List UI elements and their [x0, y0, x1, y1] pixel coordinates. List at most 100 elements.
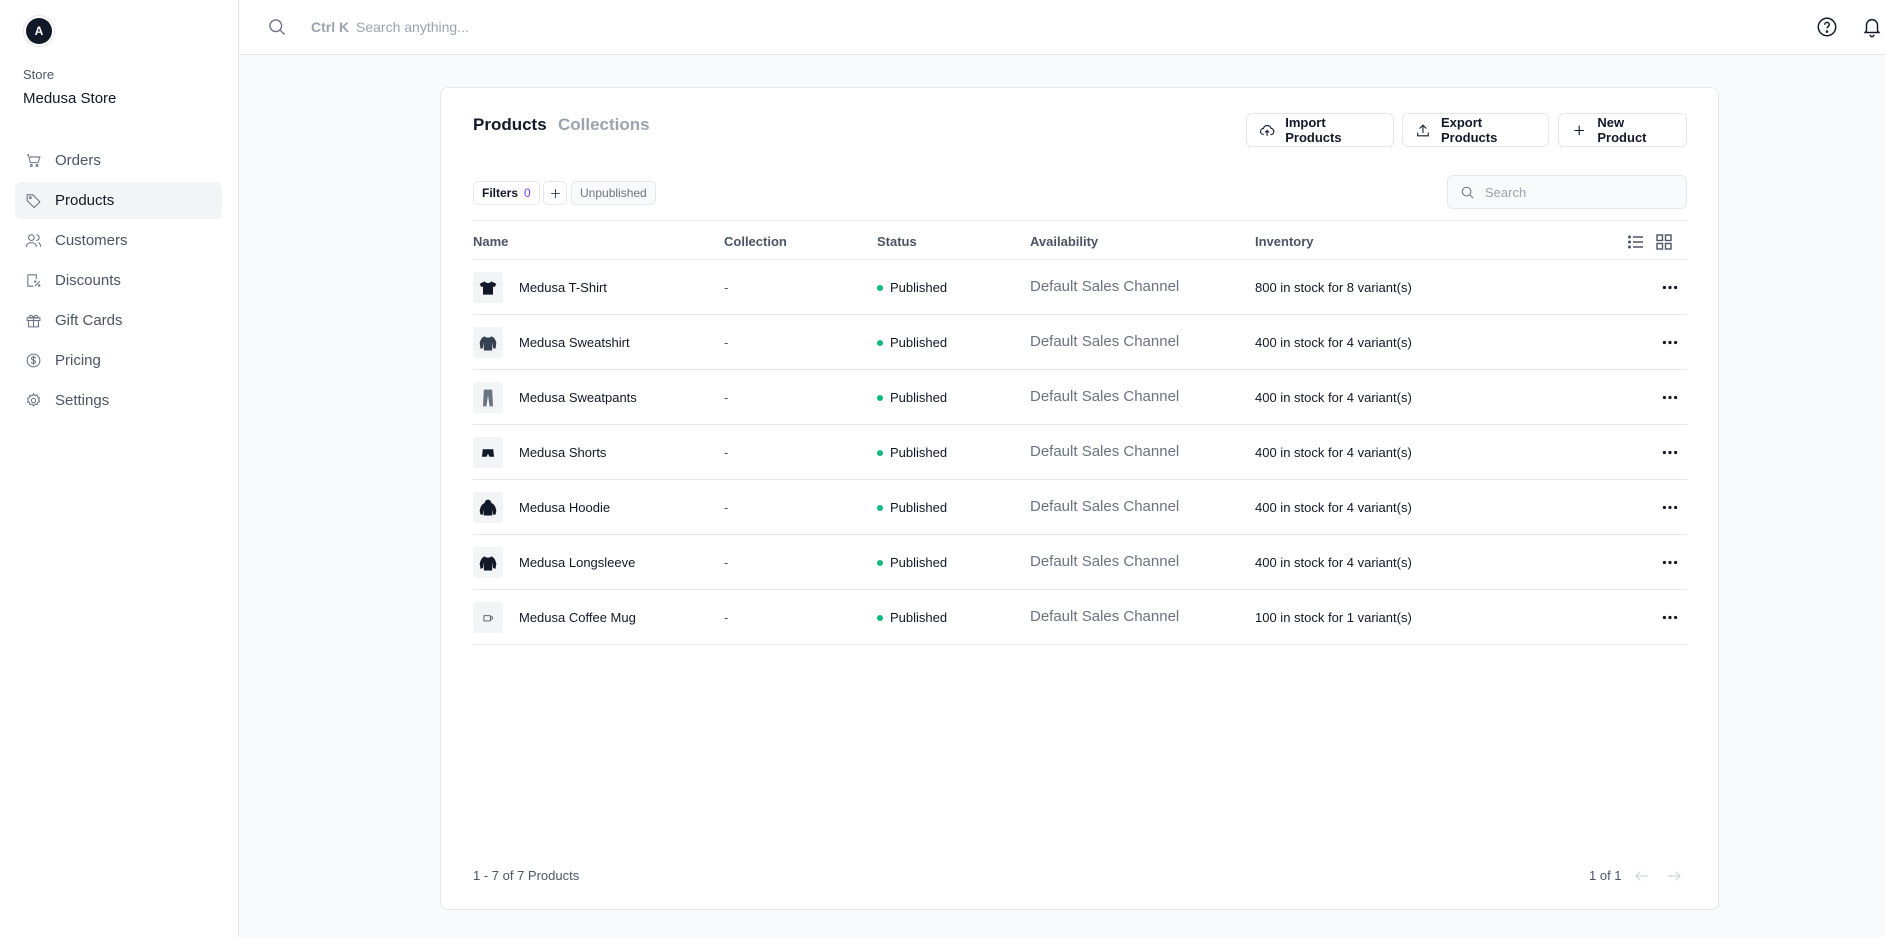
sidebar-item-orders[interactable]: Orders [15, 142, 222, 179]
product-collection: - [724, 500, 728, 515]
product-inventory: 400 in stock for 4 variant(s) [1255, 500, 1412, 515]
product-collection: - [724, 555, 728, 570]
status-dot [877, 615, 883, 621]
product-collection: - [724, 390, 728, 405]
status-label: Published [890, 500, 947, 515]
product-name[interactable]: Medusa Coffee Mug [519, 610, 636, 625]
new-product-button[interactable]: New Product [1558, 113, 1687, 147]
more-actions-icon[interactable] [1660, 607, 1680, 627]
product-inventory: 400 in stock for 4 variant(s) [1255, 335, 1412, 350]
topbar: Ctrl K Search anything... [240, 0, 1885, 55]
status-badge: Published [877, 500, 947, 515]
more-actions-icon[interactable] [1660, 387, 1680, 407]
sidebar-item-label: Products [55, 192, 114, 209]
bell-icon[interactable] [1861, 16, 1883, 38]
sidebar-item-label: Orders [55, 152, 101, 169]
table-row[interactable]: Medusa Shorts - Published Default Sales … [473, 425, 1687, 480]
export-products-button[interactable]: Export Products [1402, 113, 1549, 147]
table-row[interactable]: Medusa Coffee Mug - Published Default Sa… [473, 590, 1687, 645]
new-product-label: New Product [1597, 115, 1674, 145]
more-actions-icon[interactable] [1660, 332, 1680, 352]
search-icon [1460, 185, 1475, 200]
product-search[interactable] [1447, 175, 1687, 209]
status-label: Published [890, 335, 947, 350]
product-availability: Default Sales Channel [1030, 333, 1179, 350]
status-badge: Published [877, 280, 947, 295]
product-availability: Default Sales Channel [1030, 388, 1179, 405]
pagination-count: 1 - 7 of 7 Products [473, 868, 579, 883]
product-inventory: 800 in stock for 8 variant(s) [1255, 280, 1412, 295]
table-row[interactable]: Medusa Sweatpants - Published Default Sa… [473, 370, 1687, 425]
table-row[interactable]: Medusa Sweatshirt - Published Default Sa… [473, 315, 1687, 370]
status-badge: Published [877, 335, 947, 350]
product-availability: Default Sales Channel [1030, 553, 1179, 570]
list-view-icon[interactable] [1627, 233, 1645, 251]
sidebar-item-gift-cards[interactable]: Gift Cards [15, 302, 222, 339]
more-actions-icon[interactable] [1660, 277, 1680, 297]
product-thumbnail [473, 327, 503, 358]
column-header-availability: Availability [1030, 234, 1098, 249]
product-availability: Default Sales Channel [1030, 443, 1179, 460]
search-icon[interactable] [267, 17, 287, 37]
column-header-name: Name [473, 234, 508, 249]
cart-icon [24, 152, 42, 170]
sidebar-item-label: Pricing [55, 352, 101, 369]
table-row[interactable]: Medusa T-Shirt - Published Default Sales… [473, 260, 1687, 315]
help-icon[interactable] [1816, 16, 1838, 38]
sidebar-item-label: Customers [55, 232, 128, 249]
product-search-input[interactable] [1485, 185, 1665, 200]
product-name[interactable]: Medusa Sweatshirt [519, 335, 630, 350]
table-row[interactable]: Medusa Hoodie - Published Default Sales … [473, 480, 1687, 535]
product-availability: Default Sales Channel [1030, 498, 1179, 515]
product-name[interactable]: Medusa Hoodie [519, 500, 610, 515]
sidebar-item-label: Discounts [55, 272, 121, 289]
sidebar-item-pricing[interactable]: Pricing [15, 342, 222, 379]
status-badge: Published [877, 555, 947, 570]
product-name[interactable]: Medusa T-Shirt [519, 280, 607, 295]
filters-button[interactable]: Filters 0 [473, 181, 540, 205]
product-collection: - [724, 610, 728, 625]
plus-icon [1571, 122, 1587, 139]
global-search-input[interactable]: Search anything... [356, 19, 469, 35]
store-name: Medusa Store [23, 90, 116, 107]
grid-view-icon[interactable] [1655, 233, 1673, 251]
sidebar-item-customers[interactable]: Customers [15, 222, 222, 259]
column-header-collection: Collection [724, 234, 787, 249]
product-thumbnail [473, 547, 503, 578]
product-inventory: 400 in stock for 4 variant(s) [1255, 555, 1412, 570]
products-table: Name Collection Status Availability Inve… [473, 220, 1687, 645]
product-inventory: 100 in stock for 1 variant(s) [1255, 610, 1412, 625]
more-actions-icon[interactable] [1660, 442, 1680, 462]
store-label: Store [23, 67, 54, 82]
arrow-right-icon[interactable] [1665, 867, 1683, 885]
sidebar-item-settings[interactable]: Settings [15, 382, 222, 419]
sidebar-item-label: Settings [55, 392, 109, 409]
sidebar-item-products[interactable]: Products [15, 182, 222, 219]
tab-collections[interactable]: Collections [558, 115, 650, 135]
tab-products[interactable]: Products [473, 115, 547, 135]
import-products-button[interactable]: Import Products [1246, 113, 1394, 147]
column-header-inventory: Inventory [1255, 234, 1314, 249]
status-dot [877, 285, 883, 291]
product-collection: - [724, 445, 728, 460]
pagination-page: 1 of 1 [1589, 868, 1622, 883]
status-label: Published [890, 445, 947, 460]
more-actions-icon[interactable] [1660, 552, 1680, 572]
status-badge: Published [877, 610, 947, 625]
filters-count: 0 [524, 186, 531, 200]
more-actions-icon[interactable] [1660, 497, 1680, 517]
status-dot [877, 450, 883, 456]
unpublished-filter-chip[interactable]: Unpublished [571, 181, 656, 205]
product-name[interactable]: Medusa Sweatpants [519, 390, 637, 405]
arrow-left-icon[interactable] [1633, 867, 1651, 885]
avatar[interactable]: A [26, 18, 52, 44]
export-products-label: Export Products [1441, 115, 1536, 145]
product-name[interactable]: Medusa Longsleeve [519, 555, 635, 570]
product-thumbnail [473, 602, 503, 633]
product-name[interactable]: Medusa Shorts [519, 445, 606, 460]
product-collection: - [724, 335, 728, 350]
add-filter-button[interactable] [543, 181, 567, 205]
sidebar-item-discounts[interactable]: Discounts [15, 262, 222, 299]
table-row[interactable]: Medusa Longsleeve - Published Default Sa… [473, 535, 1687, 590]
gear-icon [24, 392, 42, 410]
